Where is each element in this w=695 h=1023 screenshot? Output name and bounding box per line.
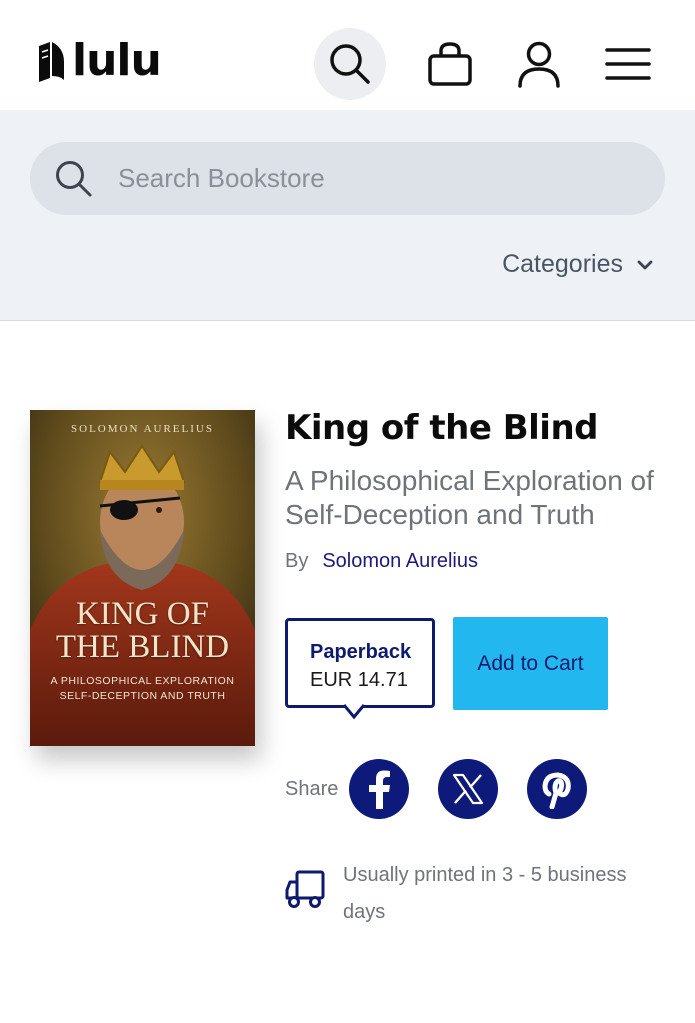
header-search-button[interactable] xyxy=(314,28,386,100)
site-header: lulu xyxy=(0,0,695,110)
user-icon xyxy=(518,41,560,88)
format-name: Paperback xyxy=(310,641,412,663)
byline: By Solomon Aurelius xyxy=(285,550,478,573)
cover-subtitle-text: A PHILOSOPHICAL EXPLORATION SELF-DECEPTI… xyxy=(30,674,255,704)
search-icon xyxy=(56,160,92,196)
book-logo-icon xyxy=(39,42,64,82)
search-bar[interactable] xyxy=(30,142,665,215)
search-section: Categories xyxy=(0,110,695,321)
book-cover-image[interactable]: SOLOMON AURELIUS KING OF THE BLIND A PHI… xyxy=(30,410,255,746)
share-label: Share xyxy=(285,778,339,800)
categories-dropdown[interactable]: Categories xyxy=(502,250,653,279)
x-icon xyxy=(452,773,484,805)
facebook-icon xyxy=(369,770,390,809)
cover-subtitle-line2: SELF-DECEPTION AND TRUTH xyxy=(59,690,226,702)
cover-subtitle-line1: A PHILOSOPHICAL EXPLORATION xyxy=(50,675,235,687)
by-label: By xyxy=(285,550,309,572)
search-icon xyxy=(330,44,370,84)
book-subtitle: A Philosophical Exploration of Self-Dece… xyxy=(285,465,654,530)
cover-title-text: KING OF THE BLIND xyxy=(30,598,255,664)
cover-title-line2: THE BLIND xyxy=(55,629,230,665)
pinterest-icon xyxy=(542,772,571,809)
menu-button[interactable] xyxy=(592,28,664,100)
share-pinterest-button[interactable] xyxy=(527,759,587,819)
cart-button[interactable] xyxy=(414,28,486,100)
add-to-cart-button[interactable]: Add to Cart xyxy=(453,617,608,710)
book-title: King of the Blind xyxy=(285,408,599,448)
shopping-bag-icon xyxy=(428,42,472,86)
hamburger-menu-icon xyxy=(605,48,651,80)
author-link[interactable]: Solomon Aurelius xyxy=(322,550,478,572)
share-facebook-button[interactable] xyxy=(349,759,409,819)
chevron-down-icon xyxy=(637,260,653,269)
logo-text: lulu xyxy=(72,35,162,86)
delivery-truck-icon xyxy=(285,870,325,908)
cover-author-text: SOLOMON AURELIUS xyxy=(71,423,214,435)
categories-label: Categories xyxy=(502,250,623,278)
share-x-button[interactable] xyxy=(438,759,498,819)
format-price: EUR 14.71 xyxy=(310,669,408,691)
shipping-estimate: Usually printed in 3 - 5 business days xyxy=(343,864,627,923)
search-bookstore-input[interactable] xyxy=(116,162,620,195)
selected-pointer xyxy=(343,704,365,720)
format-option-paperback[interactable]: Paperback EUR 14.71 xyxy=(285,618,435,708)
cover-title-line1: KING OF xyxy=(76,596,209,632)
account-button[interactable] xyxy=(503,28,575,100)
lulu-logo[interactable]: lulu xyxy=(36,35,162,86)
